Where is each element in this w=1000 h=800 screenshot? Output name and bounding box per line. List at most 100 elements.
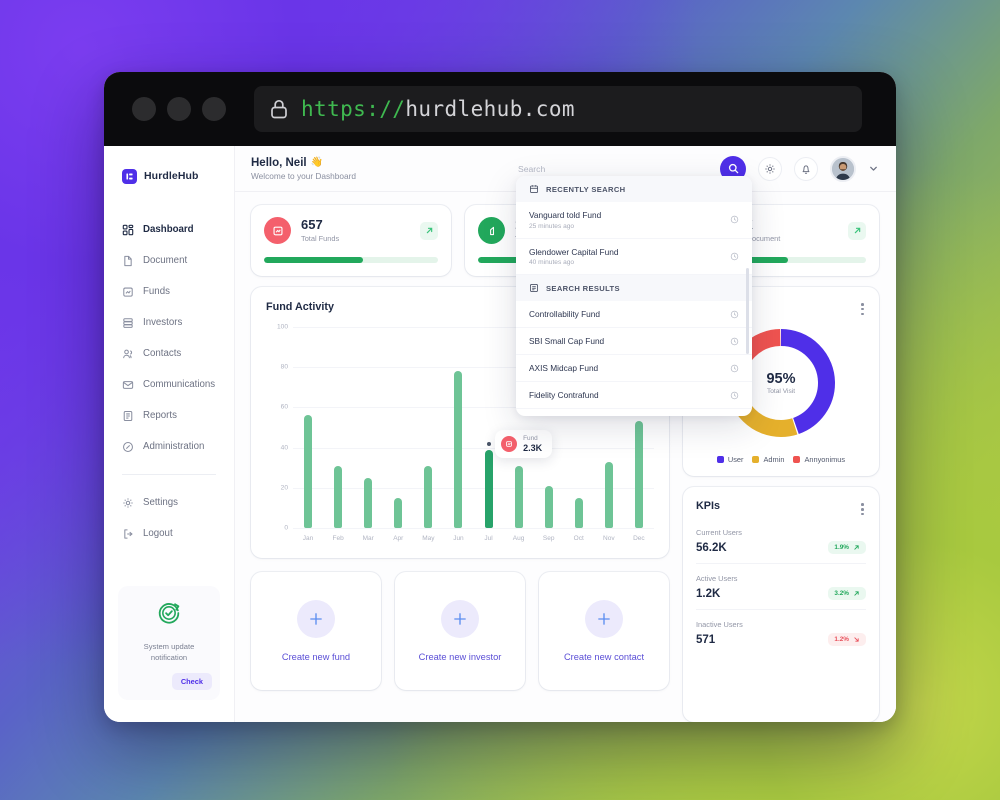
bar-slot[interactable] [383, 327, 413, 528]
bar-slot[interactable] [323, 327, 353, 528]
trend-down-icon [854, 637, 859, 642]
sidebar-item-investors[interactable]: Investors [104, 307, 234, 338]
chart-bar[interactable] [424, 465, 433, 528]
sidebar-item-administration[interactable]: Administration [104, 431, 234, 462]
clock-icon[interactable] [730, 364, 739, 373]
browser-window: https://hurdlehub.com HurdleHub Dashboar… [104, 72, 896, 722]
clock-icon[interactable] [730, 310, 739, 319]
legend-item[interactable]: Annyonimus [793, 455, 845, 464]
search-input[interactable] [518, 163, 710, 174]
x-axis-tick: Jun [453, 535, 464, 542]
check-update-button[interactable]: Check [171, 673, 212, 690]
dropdown-scrollbar[interactable] [746, 268, 749, 354]
maximize-window-button[interactable] [202, 97, 226, 121]
avatar[interactable] [830, 155, 856, 182]
action-label: Create new investor [418, 652, 502, 662]
sidebar-item-document[interactable]: Document [104, 245, 234, 276]
search-result-item[interactable]: SBI Small Cap Fund [516, 328, 752, 355]
chart-bar[interactable] [574, 497, 583, 528]
create-new-contact-card[interactable]: Create new contact [539, 572, 669, 690]
plus-icon [585, 600, 623, 638]
kebab-menu-icon[interactable] [859, 300, 866, 318]
create-new-investor-card[interactable]: Create new investor [395, 572, 525, 690]
sidebar-item-logout[interactable]: Logout [104, 518, 234, 549]
url-bar[interactable]: https://hurdlehub.com [254, 86, 862, 132]
x-axis-tick: Feb [332, 535, 344, 542]
plus-icon [297, 600, 335, 638]
contacts-icon [123, 349, 133, 358]
minimize-window-button[interactable] [167, 97, 191, 121]
bar-slot[interactable] [293, 327, 323, 528]
sidebar-item-reports[interactable]: Reports [104, 400, 234, 431]
administration-icon [123, 441, 133, 452]
create-new-fund-card[interactable]: Create new fund [251, 572, 381, 690]
sidebar-item-dashboard[interactable]: Dashboard [104, 214, 234, 245]
sidebar-item-communications[interactable]: Communications [104, 369, 234, 400]
recent-item-texts: Glendower Capital Fund 40 minutes ago [529, 247, 618, 267]
chevron-down-icon[interactable] [868, 163, 879, 174]
quick-action-cards: Create new fund Create new investor Crea… [251, 572, 669, 690]
chart-bar[interactable] [304, 415, 313, 528]
chart-bar[interactable] [364, 477, 373, 528]
bar-slot[interactable] [353, 327, 383, 528]
kpi-delta-badge: 1.9% [828, 541, 866, 555]
action-label: Create new contact [563, 652, 645, 662]
stat-card-top: 657 Total Funds [264, 217, 438, 244]
x-axis-tick: May [422, 535, 435, 542]
clock-icon[interactable] [730, 391, 739, 400]
y-axis-tick: 80 [280, 363, 288, 371]
legend-item[interactable]: User [716, 455, 743, 464]
sidebar-nav: Dashboard Document Funds Investors Conta… [104, 214, 234, 549]
kebab-menu-icon[interactable] [859, 500, 866, 518]
window-controls [132, 97, 226, 121]
settings-button[interactable] [758, 156, 782, 181]
stat-value: 657 [301, 216, 323, 232]
sidebar-item-contacts[interactable]: Contacts [104, 338, 234, 369]
app-container: HurdleHub Dashboard Document Funds Inves… [104, 146, 896, 722]
search-result-item[interactable]: Controllability Fund [516, 301, 752, 328]
legend-item[interactable]: Admin [752, 455, 784, 464]
chart-bar[interactable] [604, 461, 613, 528]
bar-slot[interactable] [473, 327, 503, 528]
sidebar: HurdleHub Dashboard Document Funds Inves… [104, 146, 235, 722]
brand-logo[interactable]: HurdleHub [104, 160, 234, 192]
search-result-item[interactable]: AXIS Midcap Fund [516, 355, 752, 382]
kpis-panel: KPIs Current Users 56.2K 1.9% Active Users 1… [683, 487, 879, 722]
x-axis-tick: Nov [603, 535, 615, 542]
recent-search-item[interactable]: Vanguard told Fund 25 minutes ago [516, 202, 752, 239]
search-result-item[interactable]: Fidelity Contrafund [516, 382, 752, 409]
y-axis-tick: 0 [284, 524, 288, 532]
greeting-text: Hello, Neil [251, 156, 307, 169]
bar-slot[interactable] [443, 327, 473, 528]
notifications-button[interactable] [794, 156, 818, 181]
chart-bar[interactable] [454, 371, 463, 528]
y-axis-tick: 40 [280, 444, 288, 452]
main-area: Hello, Neil 👋 Welcome to your Dashboard [235, 146, 896, 722]
chart-bar[interactable] [634, 421, 643, 528]
stat-card-texts: 657 Total Funds [301, 216, 339, 244]
clock-icon[interactable] [730, 252, 739, 261]
kpi-delta-badge: 1.2% [828, 633, 866, 647]
page-subtitle: Welcome to your Dashboard [251, 170, 356, 181]
chart-bar[interactable] [484, 449, 493, 528]
sidebar-item-settings[interactable]: Settings [104, 487, 234, 518]
chart-bar[interactable] [334, 465, 343, 528]
bell-icon [802, 164, 810, 174]
sidebar-item-funds[interactable]: Funds [104, 276, 234, 307]
close-window-button[interactable] [132, 97, 156, 121]
sidebar-item-label: Investors [143, 317, 183, 328]
chart-bar[interactable] [514, 465, 523, 528]
chart-bar[interactable] [394, 497, 403, 528]
funds-icon [264, 217, 291, 244]
url-scheme: https:// [301, 97, 406, 121]
stat-card-total-funds: 657 Total Funds [251, 205, 451, 276]
clock-icon[interactable] [730, 337, 739, 346]
bar-slot[interactable] [413, 327, 443, 528]
legend-swatch [793, 456, 801, 464]
chart-bar[interactable] [544, 485, 553, 528]
clock-icon[interactable] [730, 215, 739, 224]
update-line-1: System update [143, 642, 195, 651]
kpi-body: 1.2K 3.2% [696, 587, 866, 601]
reports-icon [123, 410, 133, 421]
recent-search-item[interactable]: Glendower Capital Fund 40 minutes ago [516, 239, 752, 275]
